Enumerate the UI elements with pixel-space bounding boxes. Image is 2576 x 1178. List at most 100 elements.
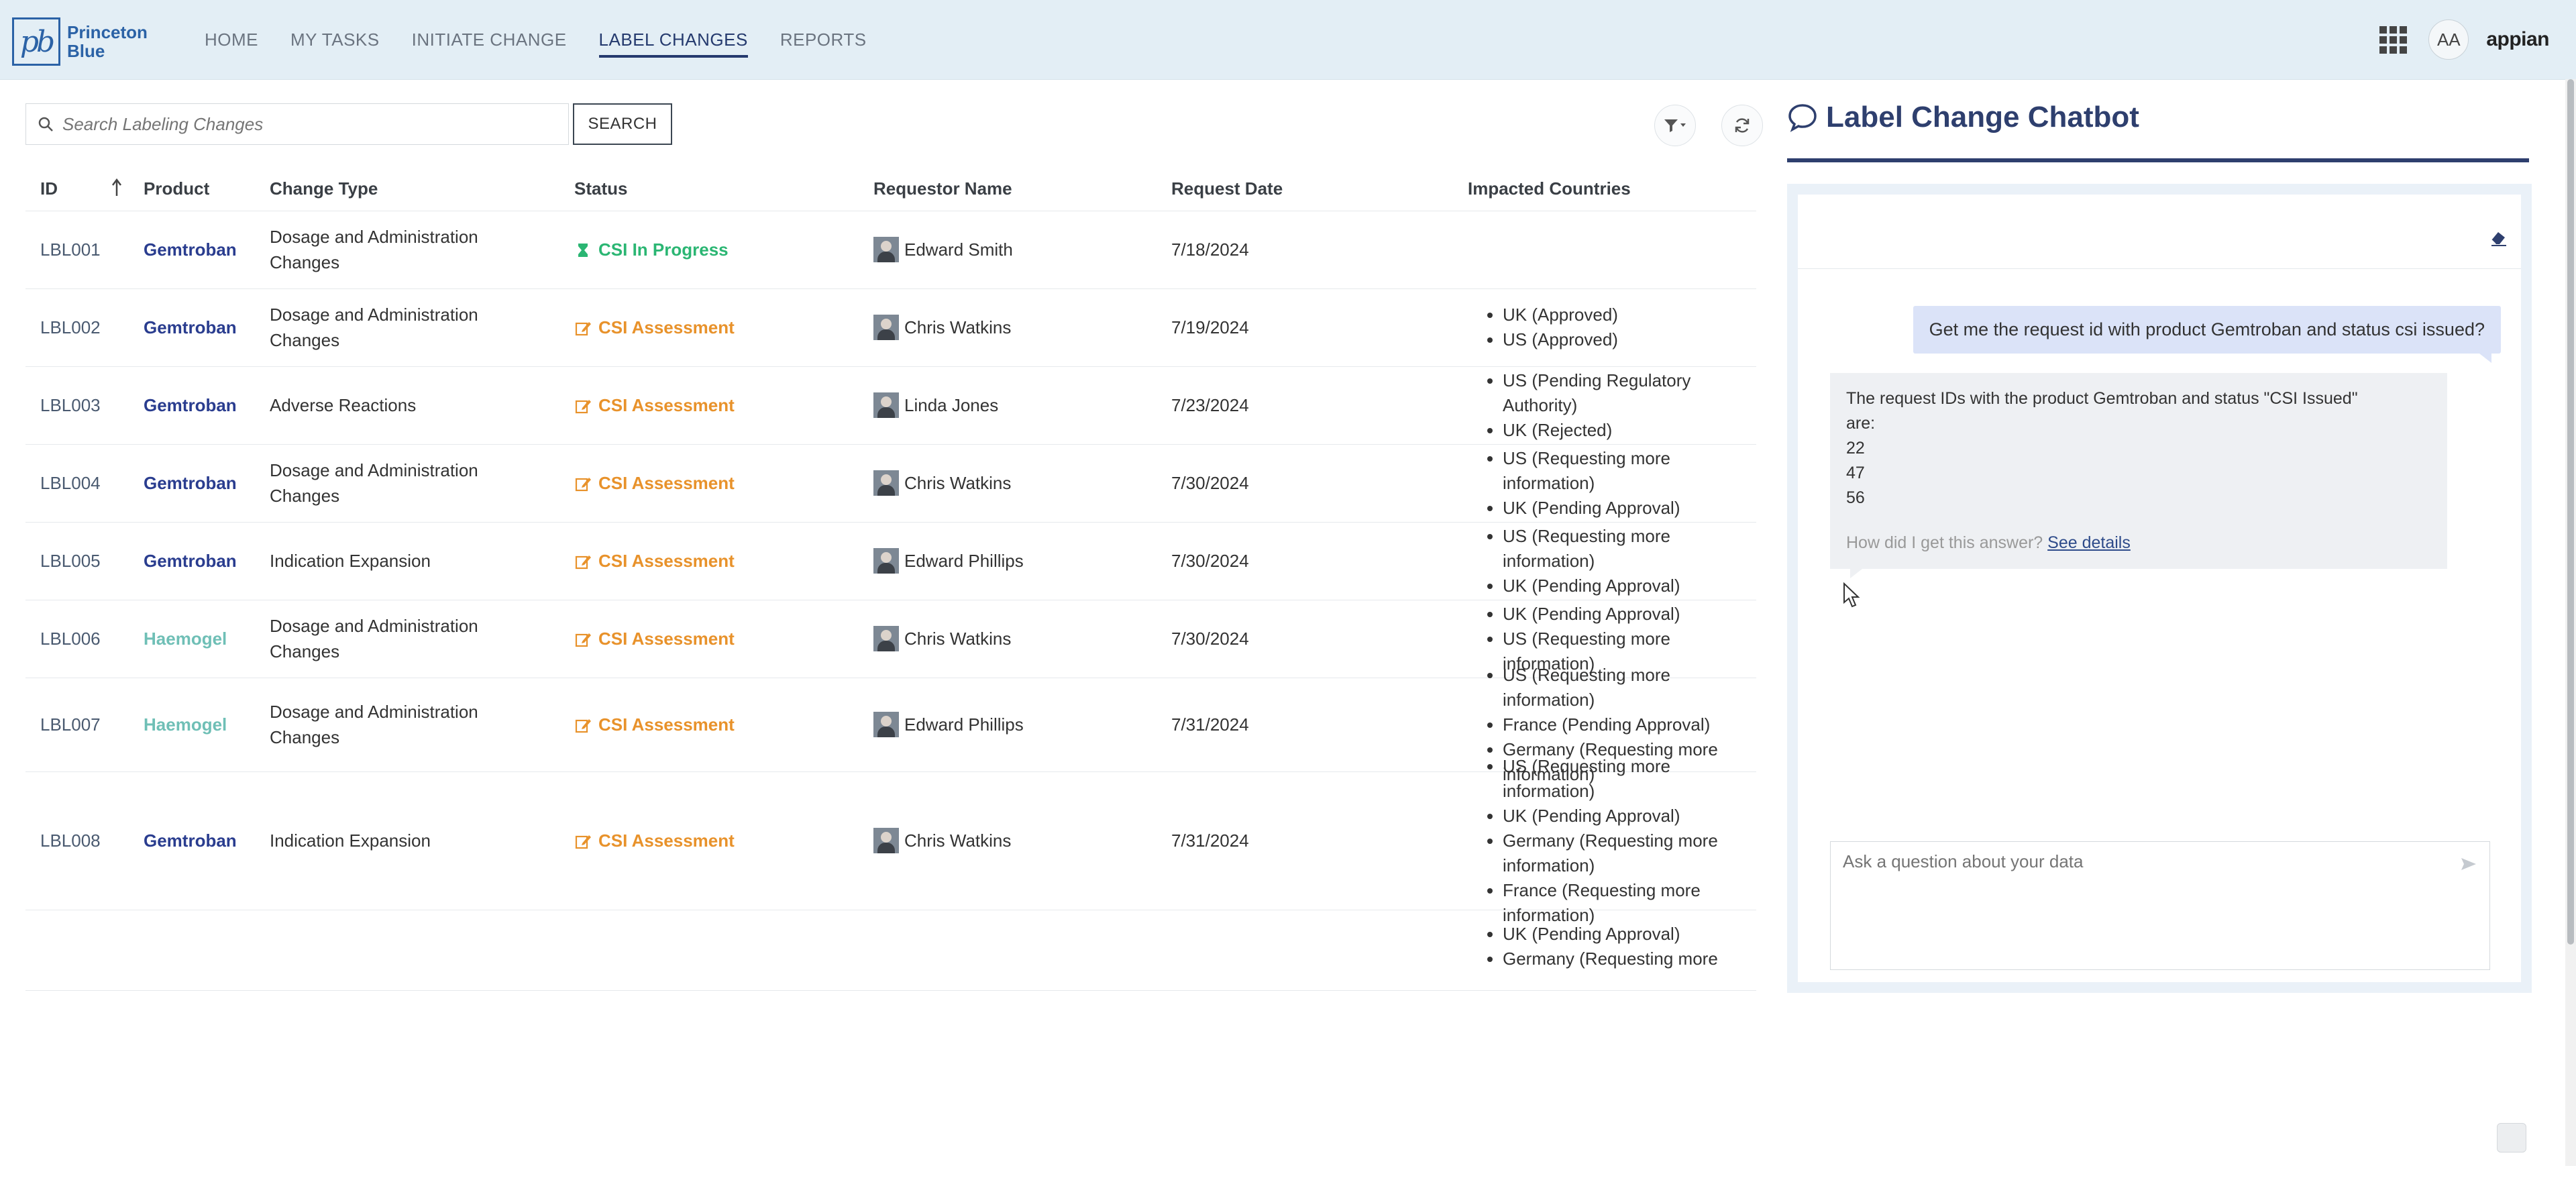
row-requestor: Edward Phillips — [873, 548, 1024, 574]
row-product-link[interactable]: Gemtroban — [144, 551, 237, 572]
row-impacted-countries: US (Requesting more information)UK (Pend… — [1476, 524, 1744, 598]
edit-icon — [575, 321, 591, 335]
table-row[interactable]: UK (Pending Approval)Germany (Requesting… — [25, 910, 1756, 991]
row-product-link[interactable]: Gemtroban — [144, 831, 237, 851]
see-details-link[interactable]: See details — [2047, 533, 2131, 552]
row-request-date: 7/31/2024 — [1171, 831, 1249, 851]
clear-chat-eraser-icon[interactable] — [2489, 229, 2508, 247]
main-nav: HOME MY TASKS INITIATE CHANGE LABEL CHANGES… — [205, 0, 899, 79]
row-status[interactable]: CSI Assessment — [574, 629, 735, 649]
country-status-item: US (Requesting more information) — [1503, 524, 1744, 574]
header-change-type[interactable]: Change Type — [270, 178, 378, 199]
bot-message-bubble: The request IDs with the product Gemtrob… — [1830, 373, 2447, 578]
row-id[interactable]: LBL006 — [40, 629, 101, 649]
row-impacted-countries: US (Requesting more information)UK (Pend… — [1476, 446, 1744, 521]
row-product-link[interactable]: Gemtroban — [144, 473, 237, 494]
header-status[interactable]: Status — [574, 178, 627, 199]
row-request-date: 7/31/2024 — [1171, 714, 1249, 735]
row-request-date: 7/19/2024 — [1171, 317, 1249, 337]
row-product-link[interactable]: Gemtroban — [144, 317, 237, 338]
row-id[interactable]: LBL002 — [40, 317, 101, 338]
page-scrollbar[interactable] — [2565, 79, 2576, 1166]
corner-tool-button[interactable] — [2497, 1123, 2526, 1153]
logo-line-2: Blue — [67, 41, 105, 61]
table-row[interactable]: LBL004 Gemtroban Dosage and Administration… — [25, 444, 1756, 523]
edit-icon — [575, 399, 591, 413]
search-button[interactable]: SEARCH — [573, 103, 672, 145]
header-request-date[interactable]: Request Date — [1171, 178, 1283, 199]
header-impacted-countries[interactable]: Impacted Countries — [1468, 178, 1631, 199]
princeton-blue-logo[interactable]: pb Princeton Blue — [12, 16, 148, 67]
nav-my-tasks[interactable]: MY TASKS — [290, 0, 380, 79]
table-row[interactable]: LBL008 Gemtroban Indication Expansion CSI A… — [25, 756, 1756, 925]
refresh-icon — [1735, 118, 1750, 133]
country-status-item: UK (Pending Approval) — [1503, 804, 1744, 828]
countries-list: US (Pending Regulatory Authority)UK (Rej… — [1476, 368, 1744, 443]
row-status[interactable]: CSI Assessment — [574, 395, 735, 416]
nav-reports[interactable]: REPORTS — [780, 0, 867, 79]
chat-bubble-icon — [1788, 104, 1817, 132]
table-row[interactable]: LBL001 Gemtroban Dosage and Administration… — [25, 211, 1756, 289]
row-id[interactable]: LBL003 — [40, 395, 101, 416]
scrollbar-thumb[interactable] — [2567, 79, 2574, 945]
filter-button[interactable] — [1654, 105, 1696, 146]
requestor-avatar — [873, 315, 899, 340]
row-requestor: Chris Watkins — [873, 315, 1011, 340]
bot-line: 22 — [1846, 439, 1865, 458]
answer-explanation: How did I get this answer? See details — [1846, 531, 2431, 555]
send-icon[interactable] — [2460, 857, 2477, 871]
header-product[interactable]: Product — [144, 178, 209, 199]
header-right: AA appian — [2379, 0, 2549, 79]
country-status-item: US (Requesting more information) — [1503, 754, 1744, 804]
nav-home[interactable]: HOME — [205, 0, 258, 79]
row-id[interactable]: LBL005 — [40, 551, 101, 572]
country-status-item: US (Requesting more information) — [1503, 663, 1744, 712]
status-text: CSI In Progress — [598, 239, 729, 260]
country-status-item: France (Pending Approval) — [1503, 712, 1744, 737]
row-status[interactable]: CSI Assessment — [574, 714, 735, 735]
row-status[interactable]: CSI Assessment — [574, 317, 735, 338]
row-product-link[interactable]: Gemtroban — [144, 239, 237, 260]
change-type-line: Dosage and Administration — [270, 460, 478, 480]
row-status[interactable]: CSI In Progress — [574, 239, 729, 260]
row-product-link[interactable]: Gemtroban — [144, 395, 237, 416]
nav-label-changes[interactable]: LABEL CHANGES — [598, 0, 749, 79]
table-row[interactable]: LBL002 Gemtroban Dosage and Administration… — [25, 288, 1756, 367]
nav-initiate-change[interactable]: INITIATE CHANGE — [412, 0, 567, 79]
search-input[interactable] — [61, 113, 547, 136]
header-id[interactable]: ID — [40, 178, 58, 199]
country-status-item: UK (Pending Approval) — [1503, 496, 1744, 521]
user-avatar[interactable]: AA — [2428, 19, 2469, 60]
row-requestor: Linda Jones — [873, 392, 998, 418]
row-id[interactable]: LBL007 — [40, 714, 101, 735]
row-product-link[interactable]: Haemogel — [144, 714, 227, 735]
app-grid-icon[interactable] — [2379, 25, 2408, 54]
row-product-link[interactable]: Haemogel — [144, 629, 227, 649]
search-icon — [38, 117, 53, 131]
row-request-date: 7/30/2024 — [1171, 629, 1249, 649]
row-impacted-countries: UK (Pending Approval)Germany (Requesting… — [1476, 922, 1744, 971]
label-changes-table: ID Product Change Type Status Requestor … — [25, 165, 1756, 991]
requestor-avatar — [873, 626, 899, 651]
row-id[interactable]: LBL008 — [40, 831, 101, 851]
table-row[interactable]: LBL003 Gemtroban Adverse Reactions CSI Asse… — [25, 366, 1756, 445]
row-status[interactable]: CSI Assessment — [574, 831, 735, 851]
bot-line: The request IDs with the product Gemtrob… — [1846, 389, 2358, 408]
row-status[interactable]: CSI Assessment — [574, 473, 735, 494]
sort-ascending-icon[interactable] — [111, 178, 122, 197]
table-row[interactable]: LBL005 Gemtroban Indication Expansion CSI A… — [25, 522, 1756, 600]
change-type-line: Dosage and Administration — [270, 305, 478, 325]
row-id[interactable]: LBL004 — [40, 473, 101, 494]
row-change-type: Dosage and Administration Changes — [270, 224, 525, 275]
row-status[interactable]: CSI Assessment — [574, 551, 735, 572]
chat-question-input[interactable] — [1841, 850, 2448, 953]
refresh-button[interactable] — [1721, 105, 1763, 146]
change-type-line: Changes — [270, 486, 340, 506]
chat-panel: Get me the request id with product Gemtr… — [1787, 184, 2532, 993]
appian-logo: appian — [2486, 28, 2549, 50]
row-change-type: Indication Expansion — [270, 828, 525, 853]
header-requestor[interactable]: Requestor Name — [873, 178, 1012, 199]
row-id[interactable]: LBL001 — [40, 239, 101, 260]
row-change-type: Dosage and Administration Changes — [270, 302, 525, 353]
country-status-item: Germany (Requesting more information) — [1503, 828, 1744, 878]
